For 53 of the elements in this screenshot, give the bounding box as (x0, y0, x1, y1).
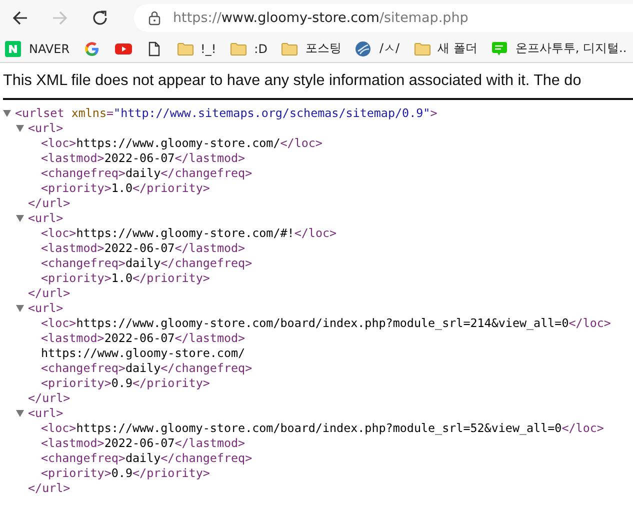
xml-line: <url> (28, 406, 64, 421)
bookmark-item[interactable]: 온프사투투, 디지털.. (491, 38, 627, 60)
bookmark-item[interactable]: /ㅅ/ (355, 38, 400, 60)
xml-line: </url> (28, 286, 70, 301)
arrow-left-icon (11, 8, 29, 26)
bookmark-item[interactable]: 포스팅 (281, 38, 342, 60)
naver-logo-icon (5, 40, 22, 56)
xml-line: <loc>https://www.gloomy-store.com/board/index.php?module_srl=52&view_all=0</loc> (41, 421, 604, 436)
xml-line: <priority>1.0</priority> (41, 181, 210, 196)
xml-line: <changefreq>daily</changefreq> (41, 166, 252, 181)
xml-line: <lastmod>2022-06-07</lastmod> (41, 436, 246, 451)
xml-line: <lastmod>2022-06-07</lastmod> (41, 331, 246, 346)
xml-line: <changefreq>daily</changefreq> (41, 361, 252, 376)
xml-line: <loc>https://www.gloomy-store.com/</loc> (41, 136, 322, 151)
play-logo-icon (114, 40, 132, 56)
google-logo-icon (84, 40, 101, 56)
xml-line: </url> (28, 481, 70, 496)
xml-line: <url> (28, 121, 64, 136)
xml-line: <urlset xmlns="http://www.sitemaps.org/schemas/sitemap/0.9"> (15, 106, 438, 121)
bookmark-item[interactable]: :D (230, 38, 268, 60)
xml-line: <loc>https://www.gloomy-store.com/board/index.php?module_srl=214&view_all=0</loc> (41, 316, 611, 331)
xml-line: <url> (28, 301, 64, 316)
xml-line: <loc>https://www.gloomy-store.com/#!</loc> (41, 226, 337, 241)
collapse-triangle-icon[interactable] (16, 214, 24, 222)
folder-icon (230, 40, 248, 56)
xml-line: <lastmod>2022-06-07</lastmod> (41, 241, 246, 256)
xml-line: <priority>0.9</priority> (41, 376, 210, 391)
bookmark-item[interactable]: 새 폴더 (414, 38, 478, 60)
folder-icon (281, 40, 298, 56)
folder-icon (176, 40, 194, 56)
lock-icon (148, 10, 161, 26)
collapse-triangle-icon[interactable] (3, 110, 11, 118)
xml-line: <changefreq>daily</changefreq> (41, 256, 252, 271)
bookmark-item[interactable]: NAVER (5, 38, 70, 60)
arrow-right-icon (51, 8, 69, 26)
xml-line: <changefreq>daily</changefreq> (41, 451, 252, 466)
collapse-triangle-icon[interactable] (16, 410, 24, 418)
xml-line: </url> (28, 391, 70, 406)
xml-line: <lastmod>2022-06-07</lastmod> (41, 151, 246, 166)
xml-line: </url> (28, 196, 70, 211)
globe-icon (355, 40, 372, 56)
collapse-triangle-icon[interactable] (16, 124, 24, 132)
reload-icon (91, 8, 109, 26)
xml-line: <priority>1.0</priority> (41, 271, 210, 286)
bookmark-item[interactable]: !_! (176, 38, 216, 60)
speech-bubble-icon (491, 40, 508, 56)
collapse-triangle-icon[interactable] (16, 304, 24, 312)
address-bar[interactable]: https://www.gloomy-store.com/sitemap.php (134, 4, 633, 32)
xml-line: https://www.gloomy-store.com/ (41, 346, 246, 361)
info-message: This XML file does not appear to have any style information associated with it. The do (2, 71, 582, 91)
folder-icon (414, 40, 431, 56)
xml-line: <priority>0.9</priority> (41, 466, 210, 481)
xml-line: <url> (28, 211, 64, 226)
